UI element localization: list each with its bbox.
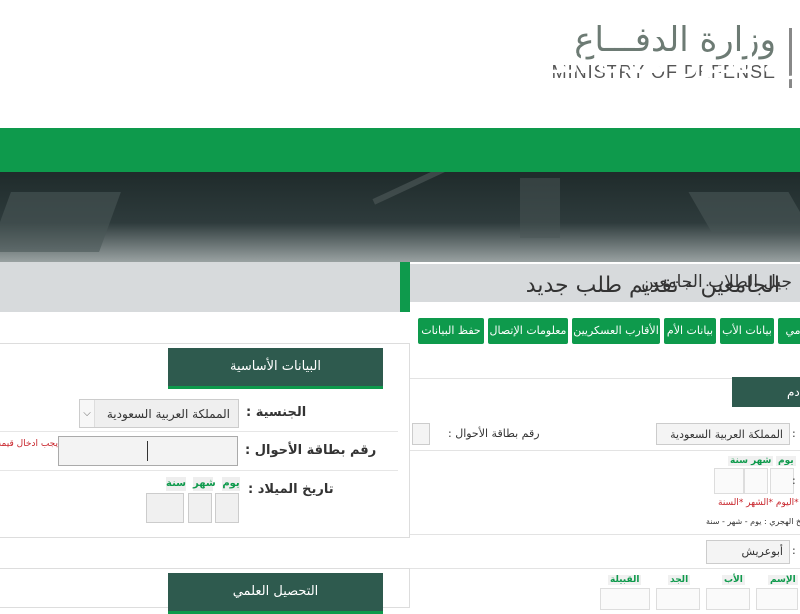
tribe-column-label: القبيلة <box>608 575 642 585</box>
dob-month-input[interactable] <box>744 468 768 494</box>
divider <box>410 568 800 569</box>
divider <box>0 470 398 471</box>
day-label: يوم <box>222 477 240 491</box>
divider <box>410 450 800 451</box>
divider <box>410 534 800 535</box>
tab-contact-info[interactable]: معلومات الإتصال <box>488 318 568 344</box>
dob-month-input[interactable] <box>188 493 212 523</box>
fighter-jet-graphic <box>688 192 800 232</box>
dob-year-input[interactable] <box>714 468 744 494</box>
dob-day-input[interactable] <box>215 493 239 523</box>
ship-tower-graphic <box>520 178 560 238</box>
dob-note: *اليوم *الشهر *السنة <box>718 498 799 508</box>
new-application-title: الجامعين - تقديم طلب جديد <box>525 273 780 298</box>
nationality-select[interactable]: المملكة العربية السعودية <box>656 423 790 445</box>
tab-mother-info[interactable]: بيانات الأم <box>664 318 716 344</box>
missile-graphic <box>372 172 448 205</box>
dob-year-input[interactable] <box>146 493 184 523</box>
day-label: يوم <box>776 456 796 466</box>
nationality-select[interactable]: المملكة العربية السعودية <box>79 399 239 428</box>
father-name-input[interactable] <box>706 588 750 610</box>
section-tag: دم <box>732 377 800 407</box>
hijri-note: التاريخ الهجري : يوم - شهر - سنة <box>706 517 800 526</box>
year-label: سنة <box>728 456 750 466</box>
month-label: شهر <box>193 477 216 491</box>
id-card-label: رقم بطاقة الأحوال : <box>245 443 377 458</box>
grandfather-name-input[interactable] <box>656 588 700 610</box>
field-colon: : <box>792 544 796 557</box>
id-card-label: رقم بطاقة الأحوال : <box>448 427 540 440</box>
field-colon: : <box>792 427 796 440</box>
dob-label: تاريخ الميلاد : <box>248 482 334 497</box>
month-label: شهر <box>749 456 774 466</box>
grandfather-column-label: الجد <box>668 575 691 585</box>
divider <box>0 431 398 432</box>
dob-day-input[interactable] <box>770 468 794 494</box>
hero-banner <box>0 172 800 264</box>
tab-father-info[interactable]: بيانات الأب <box>720 318 774 344</box>
academic-header: التحصيل العلمي <box>168 573 383 614</box>
green-nav-band <box>0 128 800 172</box>
chevron-down-icon: ⌵ <box>80 400 95 427</box>
id-card-input[interactable] <box>58 436 238 466</box>
field-colon: : <box>792 474 796 487</box>
city-select[interactable]: أبوعريش <box>706 540 790 564</box>
father-column-label: الأب <box>722 575 745 585</box>
text-cursor <box>147 441 148 461</box>
row-marker <box>412 423 430 445</box>
missile-launcher-graphic <box>0 192 121 252</box>
nationality-label: الجنسية : <box>246 405 307 420</box>
tribe-input[interactable] <box>600 588 650 610</box>
id-error-message: يجب ادخال قيمة <box>0 439 58 449</box>
basic-data-header: البيانات الأساسية <box>168 348 383 389</box>
banner-title: كزية لقبول طلاب الكليات العسكرية ولجنة ق… <box>83 50 800 80</box>
name-column-label: الإسم <box>768 575 798 585</box>
new-application-title-bar <box>0 262 410 312</box>
first-name-input[interactable] <box>756 588 798 610</box>
tab-save-data[interactable]: حفظ البيانات <box>418 318 484 344</box>
year-label: سنة <box>166 477 186 491</box>
tab-academic[interactable]: مي <box>778 318 800 344</box>
tab-military-relatives[interactable]: الأقارب العسكريين <box>572 318 660 344</box>
